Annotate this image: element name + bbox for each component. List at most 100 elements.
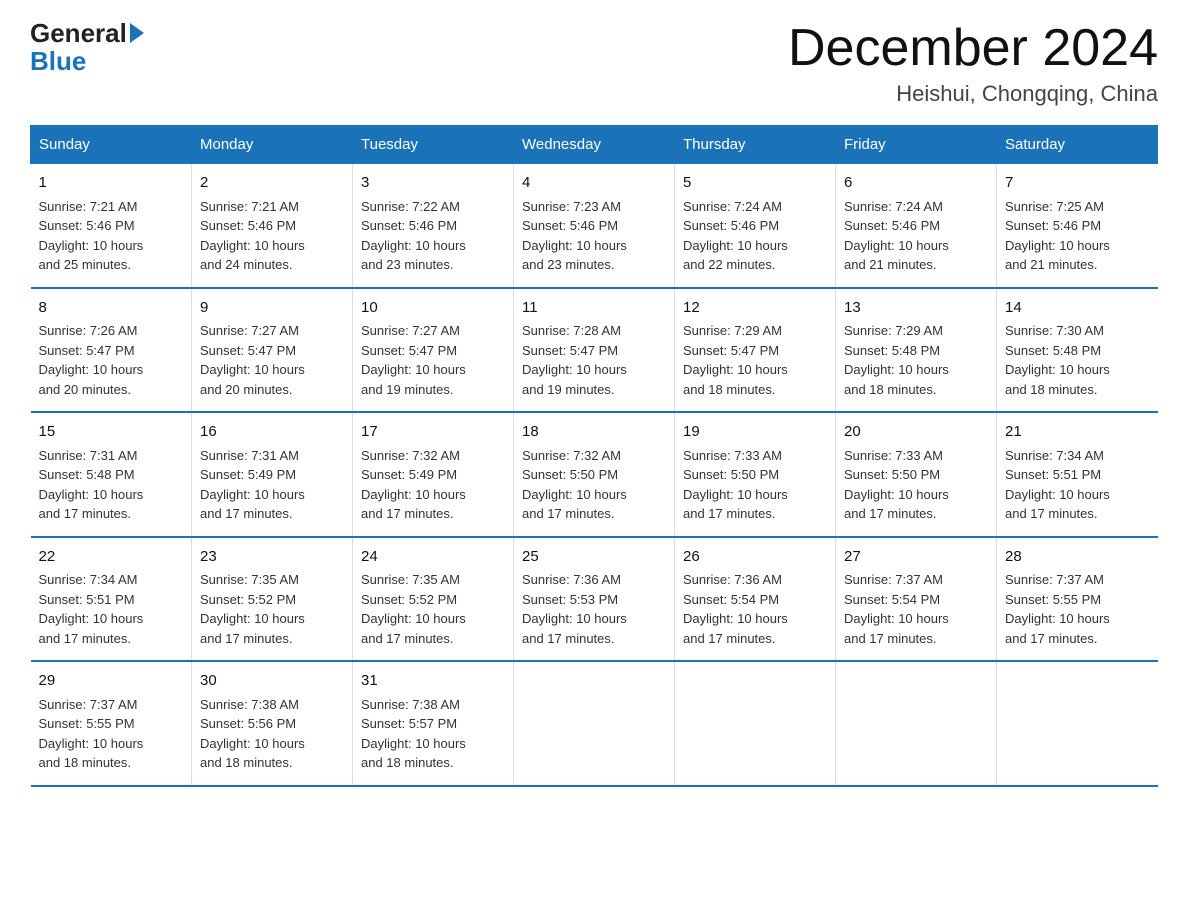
day-info: Sunrise: 7:22 AMSunset: 5:46 PMDaylight:… xyxy=(361,199,466,273)
day-info: Sunrise: 7:27 AMSunset: 5:47 PMDaylight:… xyxy=(361,323,466,397)
table-row: 18 Sunrise: 7:32 AMSunset: 5:50 PMDaylig… xyxy=(514,412,675,537)
day-info: Sunrise: 7:21 AMSunset: 5:46 PMDaylight:… xyxy=(200,199,305,273)
day-number: 7 xyxy=(1005,172,1150,195)
table-row: 15 Sunrise: 7:31 AMSunset: 5:48 PMDaylig… xyxy=(31,412,192,537)
day-number: 9 xyxy=(200,297,344,320)
col-tuesday: Tuesday xyxy=(353,126,514,164)
table-row: 14 Sunrise: 7:30 AMSunset: 5:48 PMDaylig… xyxy=(997,288,1158,413)
day-number: 28 xyxy=(1005,546,1150,569)
table-row: 12 Sunrise: 7:29 AMSunset: 5:47 PMDaylig… xyxy=(675,288,836,413)
table-row: 5 Sunrise: 7:24 AMSunset: 5:46 PMDayligh… xyxy=(675,164,836,288)
table-row: 23 Sunrise: 7:35 AMSunset: 5:52 PMDaylig… xyxy=(192,537,353,662)
day-info: Sunrise: 7:24 AMSunset: 5:46 PMDaylight:… xyxy=(844,199,949,273)
page-subtitle: Heishui, Chongqing, China xyxy=(788,81,1158,107)
day-info: Sunrise: 7:31 AMSunset: 5:49 PMDaylight:… xyxy=(200,448,305,522)
day-info: Sunrise: 7:37 AMSunset: 5:55 PMDaylight:… xyxy=(39,697,144,771)
day-info: Sunrise: 7:36 AMSunset: 5:53 PMDaylight:… xyxy=(522,572,627,646)
calendar-week-1: 1 Sunrise: 7:21 AMSunset: 5:46 PMDayligh… xyxy=(31,164,1158,288)
page-header: General Blue December 2024 Heishui, Chon… xyxy=(30,20,1158,107)
table-row: 2 Sunrise: 7:21 AMSunset: 5:46 PMDayligh… xyxy=(192,164,353,288)
table-row: 25 Sunrise: 7:36 AMSunset: 5:53 PMDaylig… xyxy=(514,537,675,662)
day-number: 11 xyxy=(522,297,666,320)
header-row: Sunday Monday Tuesday Wednesday Thursday… xyxy=(31,126,1158,164)
day-info: Sunrise: 7:37 AMSunset: 5:55 PMDaylight:… xyxy=(1005,572,1110,646)
logo-blue: Blue xyxy=(30,46,86,76)
table-row: 9 Sunrise: 7:27 AMSunset: 5:47 PMDayligh… xyxy=(192,288,353,413)
day-number: 6 xyxy=(844,172,988,195)
table-row: 29 Sunrise: 7:37 AMSunset: 5:55 PMDaylig… xyxy=(31,661,192,786)
table-row: 6 Sunrise: 7:24 AMSunset: 5:46 PMDayligh… xyxy=(836,164,997,288)
table-row: 17 Sunrise: 7:32 AMSunset: 5:49 PMDaylig… xyxy=(353,412,514,537)
day-number: 14 xyxy=(1005,297,1150,320)
page-title: December 2024 xyxy=(788,20,1158,77)
table-row: 31 Sunrise: 7:38 AMSunset: 5:57 PMDaylig… xyxy=(353,661,514,786)
day-number: 25 xyxy=(522,546,666,569)
day-info: Sunrise: 7:31 AMSunset: 5:48 PMDaylight:… xyxy=(39,448,144,522)
calendar-week-2: 8 Sunrise: 7:26 AMSunset: 5:47 PMDayligh… xyxy=(31,288,1158,413)
table-row: 1 Sunrise: 7:21 AMSunset: 5:46 PMDayligh… xyxy=(31,164,192,288)
logo-triangle-icon xyxy=(130,23,144,43)
col-friday: Friday xyxy=(836,126,997,164)
col-monday: Monday xyxy=(192,126,353,164)
table-row: 22 Sunrise: 7:34 AMSunset: 5:51 PMDaylig… xyxy=(31,537,192,662)
day-info: Sunrise: 7:29 AMSunset: 5:48 PMDaylight:… xyxy=(844,323,949,397)
day-number: 1 xyxy=(39,172,184,195)
table-row: 19 Sunrise: 7:33 AMSunset: 5:50 PMDaylig… xyxy=(675,412,836,537)
table-row: 11 Sunrise: 7:28 AMSunset: 5:47 PMDaylig… xyxy=(514,288,675,413)
day-info: Sunrise: 7:24 AMSunset: 5:46 PMDaylight:… xyxy=(683,199,788,273)
day-info: Sunrise: 7:27 AMSunset: 5:47 PMDaylight:… xyxy=(200,323,305,397)
day-number: 26 xyxy=(683,546,827,569)
day-number: 21 xyxy=(1005,421,1150,444)
day-info: Sunrise: 7:37 AMSunset: 5:54 PMDaylight:… xyxy=(844,572,949,646)
day-info: Sunrise: 7:29 AMSunset: 5:47 PMDaylight:… xyxy=(683,323,788,397)
day-number: 16 xyxy=(200,421,344,444)
logo-blue-text: Blue xyxy=(30,46,86,77)
table-row: 13 Sunrise: 7:29 AMSunset: 5:48 PMDaylig… xyxy=(836,288,997,413)
calendar-header: Sunday Monday Tuesday Wednesday Thursday… xyxy=(31,126,1158,164)
day-number: 19 xyxy=(683,421,827,444)
table-row xyxy=(836,661,997,786)
day-number: 30 xyxy=(200,670,344,693)
calendar-body: 1 Sunrise: 7:21 AMSunset: 5:46 PMDayligh… xyxy=(31,164,1158,786)
day-info: Sunrise: 7:36 AMSunset: 5:54 PMDaylight:… xyxy=(683,572,788,646)
day-number: 31 xyxy=(361,670,505,693)
title-area: December 2024 Heishui, Chongqing, China xyxy=(788,20,1158,107)
day-info: Sunrise: 7:23 AMSunset: 5:46 PMDaylight:… xyxy=(522,199,627,273)
col-saturday: Saturday xyxy=(997,126,1158,164)
day-number: 13 xyxy=(844,297,988,320)
calendar-week-5: 29 Sunrise: 7:37 AMSunset: 5:55 PMDaylig… xyxy=(31,661,1158,786)
logo: General Blue xyxy=(30,20,147,77)
table-row: 20 Sunrise: 7:33 AMSunset: 5:50 PMDaylig… xyxy=(836,412,997,537)
table-row: 24 Sunrise: 7:35 AMSunset: 5:52 PMDaylig… xyxy=(353,537,514,662)
day-number: 3 xyxy=(361,172,505,195)
day-number: 8 xyxy=(39,297,184,320)
day-info: Sunrise: 7:26 AMSunset: 5:47 PMDaylight:… xyxy=(39,323,144,397)
logo-text: General xyxy=(30,20,147,46)
day-info: Sunrise: 7:25 AMSunset: 5:46 PMDaylight:… xyxy=(1005,199,1110,273)
table-row xyxy=(675,661,836,786)
day-info: Sunrise: 7:38 AMSunset: 5:56 PMDaylight:… xyxy=(200,697,305,771)
table-row: 7 Sunrise: 7:25 AMSunset: 5:46 PMDayligh… xyxy=(997,164,1158,288)
day-info: Sunrise: 7:35 AMSunset: 5:52 PMDaylight:… xyxy=(361,572,466,646)
col-sunday: Sunday xyxy=(31,126,192,164)
day-number: 18 xyxy=(522,421,666,444)
day-number: 29 xyxy=(39,670,184,693)
table-row: 4 Sunrise: 7:23 AMSunset: 5:46 PMDayligh… xyxy=(514,164,675,288)
day-info: Sunrise: 7:28 AMSunset: 5:47 PMDaylight:… xyxy=(522,323,627,397)
table-row: 8 Sunrise: 7:26 AMSunset: 5:47 PMDayligh… xyxy=(31,288,192,413)
table-row: 26 Sunrise: 7:36 AMSunset: 5:54 PMDaylig… xyxy=(675,537,836,662)
calendar-week-4: 22 Sunrise: 7:34 AMSunset: 5:51 PMDaylig… xyxy=(31,537,1158,662)
day-number: 15 xyxy=(39,421,184,444)
table-row: 10 Sunrise: 7:27 AMSunset: 5:47 PMDaylig… xyxy=(353,288,514,413)
day-info: Sunrise: 7:35 AMSunset: 5:52 PMDaylight:… xyxy=(200,572,305,646)
table-row: 3 Sunrise: 7:22 AMSunset: 5:46 PMDayligh… xyxy=(353,164,514,288)
col-wednesday: Wednesday xyxy=(514,126,675,164)
day-info: Sunrise: 7:34 AMSunset: 5:51 PMDaylight:… xyxy=(1005,448,1110,522)
day-info: Sunrise: 7:34 AMSunset: 5:51 PMDaylight:… xyxy=(39,572,144,646)
day-info: Sunrise: 7:33 AMSunset: 5:50 PMDaylight:… xyxy=(683,448,788,522)
day-info: Sunrise: 7:32 AMSunset: 5:50 PMDaylight:… xyxy=(522,448,627,522)
day-number: 22 xyxy=(39,546,184,569)
day-number: 17 xyxy=(361,421,505,444)
day-info: Sunrise: 7:33 AMSunset: 5:50 PMDaylight:… xyxy=(844,448,949,522)
table-row: 28 Sunrise: 7:37 AMSunset: 5:55 PMDaylig… xyxy=(997,537,1158,662)
